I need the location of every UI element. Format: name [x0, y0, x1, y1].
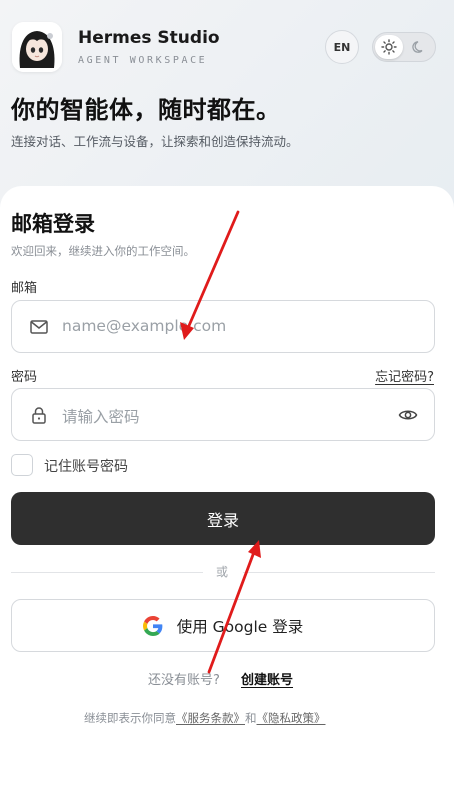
password-field[interactable]: 请输入密码	[11, 388, 435, 441]
terms-notice: 继续即表示你同意《服务条款》和《隐私政策》	[84, 710, 326, 726]
email-field[interactable]: name@example.com	[11, 300, 435, 353]
brand-title: Hermes Studio	[78, 28, 220, 48]
lock-icon	[32, 407, 46, 424]
google-icon	[142, 615, 163, 636]
login-card: 邮箱登录 欢迎回来，继续进入你的工作空间。 邮箱 name@example.co…	[0, 186, 454, 806]
brand-subtitle: AGENT WORKSPACE	[78, 55, 208, 66]
terms-prefix: 继续即表示你同意	[84, 711, 176, 725]
light-theme-option[interactable]	[375, 35, 403, 59]
sun-icon	[381, 39, 397, 55]
divider-left	[11, 572, 203, 573]
login-subtitle: 欢迎回来，继续进入你的工作空间。	[11, 244, 195, 258]
eye-icon[interactable]	[398, 406, 418, 424]
no-account-text: 还没有账号?	[148, 673, 220, 688]
header: Hermes Studio AGENT WORKSPACE EN 你的智能体，随…	[0, 0, 454, 186]
divider-right	[243, 572, 435, 573]
remember-label: 记住账号密码	[44, 459, 128, 475]
password-label: 密码	[11, 370, 38, 385]
google-login-button[interactable]: 使用 Google 登录	[11, 599, 435, 652]
anime-girl-avatar-icon	[12, 22, 62, 72]
dark-theme-option[interactable]	[405, 35, 433, 59]
moon-icon	[412, 41, 423, 53]
remember-checkbox[interactable]	[11, 454, 33, 476]
create-account-link[interactable]: 创建账号	[241, 669, 293, 688]
email-label: 邮箱	[11, 281, 38, 296]
terms-and: 和	[245, 711, 257, 725]
hero-title: 你的智能体，随时都在。	[11, 96, 281, 124]
theme-toggle[interactable]	[372, 32, 436, 62]
hero-subtitle: 连接对话、工作流与设备，让探索和创造保持流动。	[11, 134, 299, 149]
email-placeholder: name@example.com	[62, 317, 227, 335]
login-title: 邮箱登录	[11, 212, 95, 236]
privacy-policy-link[interactable]: 《隐私政策》	[257, 711, 326, 725]
terms-of-service-link[interactable]: 《服务条款》	[176, 711, 245, 725]
password-placeholder: 请输入密码	[62, 408, 140, 426]
mail-icon	[30, 320, 48, 334]
google-login-label: 使用 Google 登录	[176, 617, 304, 636]
avatar	[12, 22, 62, 72]
login-button[interactable]: 登录	[11, 492, 435, 545]
forgot-password-link[interactable]: 忘记密码?	[375, 366, 434, 385]
language-toggle-button[interactable]: EN	[325, 30, 359, 64]
divider-text: 或	[216, 565, 229, 579]
